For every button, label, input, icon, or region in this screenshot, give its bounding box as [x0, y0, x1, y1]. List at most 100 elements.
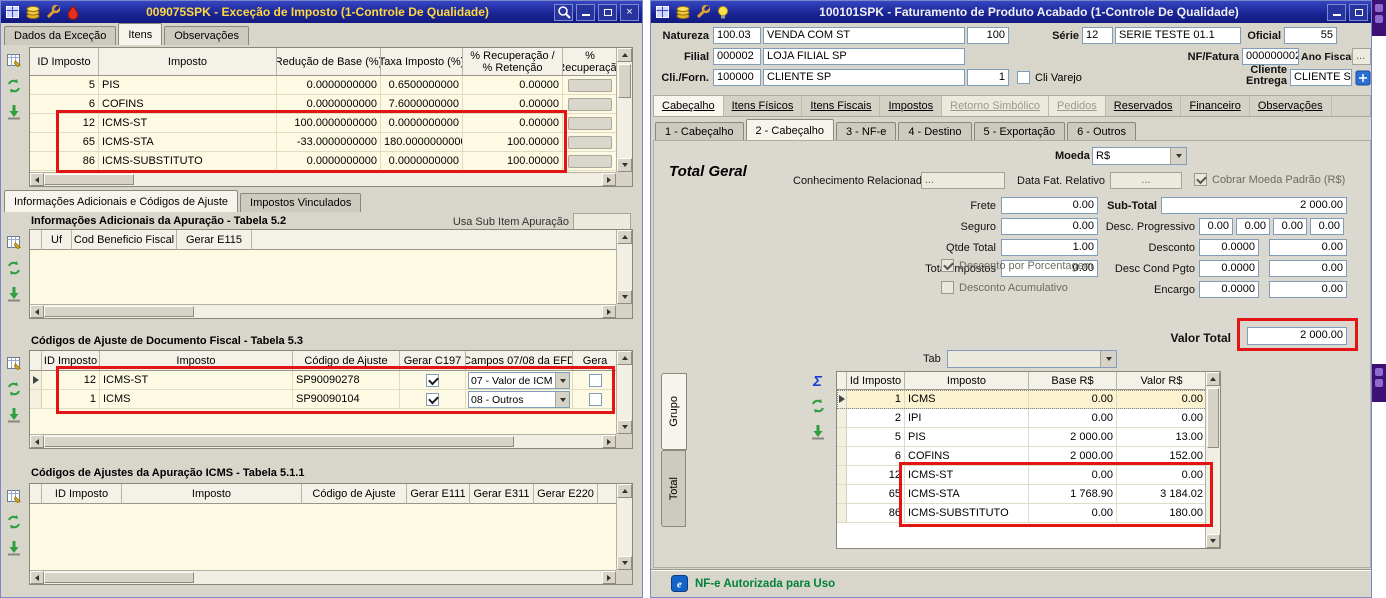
chevron-down-icon[interactable]	[1170, 148, 1186, 164]
grid-cell[interactable]: 0.00	[1117, 409, 1207, 427]
scroll-thumb[interactable]	[44, 572, 194, 583]
side-tab-total[interactable]: Total	[661, 450, 686, 527]
tab-impostos[interactable]: Impostos	[880, 96, 943, 116]
maximize-button[interactable]	[1349, 3, 1368, 21]
grid-cell[interactable]: 0.00	[1029, 504, 1117, 522]
sum-icon[interactable]: Σ	[809, 373, 826, 390]
refresh-icon[interactable]	[809, 397, 826, 414]
moeda-combo[interactable]: R$	[1092, 147, 1187, 165]
grid-row[interactable]: 12 ICMS-ST SP90090278 07 - Valor de ICM	[30, 371, 618, 390]
oficial-field[interactable]: 55	[1284, 27, 1337, 44]
import-down-icon[interactable]	[5, 406, 22, 423]
desconto-valor-field[interactable]: 0.00	[1269, 239, 1347, 256]
desc-prog-field-2[interactable]: 0.00	[1236, 218, 1270, 235]
serie-desc-field[interactable]: SERIE TESTE 01.1	[1115, 27, 1241, 44]
tab-observacoes[interactable]: Observações	[1250, 96, 1332, 116]
grid-cell[interactable]: 0.00	[1029, 466, 1117, 484]
scroll-thumb[interactable]	[1207, 388, 1219, 448]
scroll-left-button[interactable]	[30, 173, 44, 186]
grid-cell[interactable]: 180.0000000000	[381, 133, 463, 151]
cliente-entrega-field[interactable]: CLIENTE SP	[1290, 69, 1352, 86]
cli-desc-field[interactable]: CLIENTE SP	[763, 69, 965, 86]
scroll-down-button[interactable]	[617, 290, 632, 304]
minimize-button[interactable]	[1327, 3, 1346, 21]
grid-cell[interactable]: 0.00000	[463, 76, 563, 94]
scroll-left-button[interactable]	[30, 305, 44, 318]
scroll-thumb[interactable]	[44, 436, 514, 447]
grid-cell[interactable]: 0.0000000000	[381, 152, 463, 170]
chevron-down-icon[interactable]	[555, 373, 569, 388]
scroll-right-button[interactable]	[602, 435, 616, 448]
vertical-scrollbar[interactable]	[1205, 372, 1220, 548]
scroll-right-button[interactable]	[602, 571, 616, 584]
grid-cell[interactable]: 3 184.02	[1117, 485, 1207, 503]
grid-cell[interactable]: PIS	[99, 76, 277, 94]
grid-cell[interactable]: ICMS-SUBSTITUTO	[905, 504, 1029, 522]
grid-cell[interactable]: COFINS	[905, 447, 1029, 465]
scroll-down-button[interactable]	[617, 420, 632, 434]
grid-row[interactable]: 12 ICMS-ST 100.0000000000 0.0000000000 0.000…	[30, 114, 618, 133]
cli-code-field[interactable]: 100000	[713, 69, 761, 86]
grid-row[interactable]: 6 COFINS 0.0000000000 7.6000000000 0.00000	[30, 95, 618, 114]
grid-cell[interactable]: 65	[847, 485, 905, 503]
grid-row[interactable]: 12 ICMS-ST 0.00 0.00	[837, 466, 1207, 485]
scroll-down-button[interactable]	[617, 556, 632, 570]
scroll-left-button[interactable]	[30, 435, 44, 448]
edit-grid-icon[interactable]	[5, 233, 22, 250]
desconto-pct-field[interactable]: 0.0000	[1199, 239, 1259, 256]
import-down-icon[interactable]	[5, 285, 22, 302]
grid-cell[interactable]: SP90090104	[293, 390, 400, 408]
desc-prog-field-3[interactable]: 0.00	[1273, 218, 1307, 235]
grid-row[interactable]: 86 ICMS-SUBSTITUTO 0.0000000000 0.000000000…	[30, 152, 618, 171]
maximize-button[interactable]	[598, 3, 617, 21]
refresh-icon[interactable]	[5, 259, 22, 276]
encargo-pct-field[interactable]: 0.0000	[1199, 281, 1259, 298]
grid-row[interactable]: 65 ICMS-STA -33.0000000000 180.0000000000 10…	[30, 133, 618, 152]
grid-row[interactable]: 1 ICMS SP90090104 08 - Outros	[30, 390, 618, 409]
grid-cell[interactable]: ICMS-ST	[100, 371, 293, 389]
refresh-icon[interactable]	[5, 77, 22, 94]
scroll-thumb[interactable]	[44, 306, 194, 317]
edit-grid-icon[interactable]	[5, 354, 22, 371]
tab-2-cabecalho[interactable]: 2 - Cabeçalho	[745, 119, 834, 141]
document-icon-button[interactable]	[1354, 69, 1371, 86]
grid-cell[interactable]: ICMS-ST	[99, 114, 277, 132]
grid-cell[interactable]: 86	[30, 152, 99, 170]
chevron-down-icon[interactable]	[555, 392, 569, 407]
scroll-down-button[interactable]	[1206, 534, 1220, 548]
grid-row[interactable]: 5 PIS 2 000.00 13.00	[837, 428, 1207, 447]
docked-toolbar-mid[interactable]	[1372, 364, 1386, 402]
grid-cell[interactable]: ICMS	[100, 390, 293, 408]
grid-cell[interactable]: 12	[42, 371, 100, 389]
edit-grid-icon[interactable]	[5, 51, 22, 68]
grid-cell[interactable]: 0.0000000000	[277, 152, 381, 170]
vertical-scrollbar[interactable]	[616, 48, 632, 172]
close-button[interactable]: ×	[620, 3, 639, 21]
scroll-left-button[interactable]	[30, 571, 44, 584]
import-down-icon[interactable]	[5, 539, 22, 556]
scroll-thumb[interactable]	[44, 174, 134, 185]
grid-row[interactable]: 6 COFINS 2 000.00 152.00	[837, 447, 1207, 466]
grid-row[interactable]: 1 ICMS 0.00 0.00	[837, 390, 1207, 409]
tab-1-cabecalho[interactable]: 1 - Cabeçalho	[655, 122, 744, 141]
grid-cell[interactable]: 2 000.00	[1029, 428, 1117, 446]
grid-cell[interactable]: 0.00	[1029, 409, 1117, 427]
campos-efd-combo[interactable]: 08 - Outros	[468, 391, 570, 408]
cli-num-field[interactable]: 1	[967, 69, 1009, 86]
grid-cell[interactable]: 152.00	[1117, 447, 1207, 465]
tab-impostos-vinculados[interactable]: Impostos Vinculados	[240, 193, 362, 212]
desc-cond-pct-field[interactable]: 0.0000	[1199, 260, 1259, 277]
filial-code-field[interactable]: 000002	[713, 48, 761, 65]
tab-itens-fisicos[interactable]: Itens Físicos	[724, 96, 803, 116]
tab-informacoes-adicionais[interactable]: Informações Adicionais e Códigos de Ajus…	[4, 190, 239, 212]
encargo-valor-field[interactable]: 0.00	[1269, 281, 1347, 298]
grid-cell[interactable]: 0.00	[1117, 466, 1207, 484]
serie-code-field[interactable]: 12	[1082, 27, 1113, 44]
grid-cell[interactable]: 13.00	[1117, 428, 1207, 446]
grid-cell[interactable]: 2	[847, 409, 905, 427]
tab-cabecalho[interactable]: Cabeçalho	[654, 96, 724, 116]
minimize-button[interactable]	[576, 3, 595, 21]
nf-fatura-field[interactable]: 000000002	[1242, 48, 1299, 65]
grid-cell[interactable]: 1	[42, 390, 100, 408]
filial-desc-field[interactable]: LOJA FILIAL SP	[763, 48, 965, 65]
